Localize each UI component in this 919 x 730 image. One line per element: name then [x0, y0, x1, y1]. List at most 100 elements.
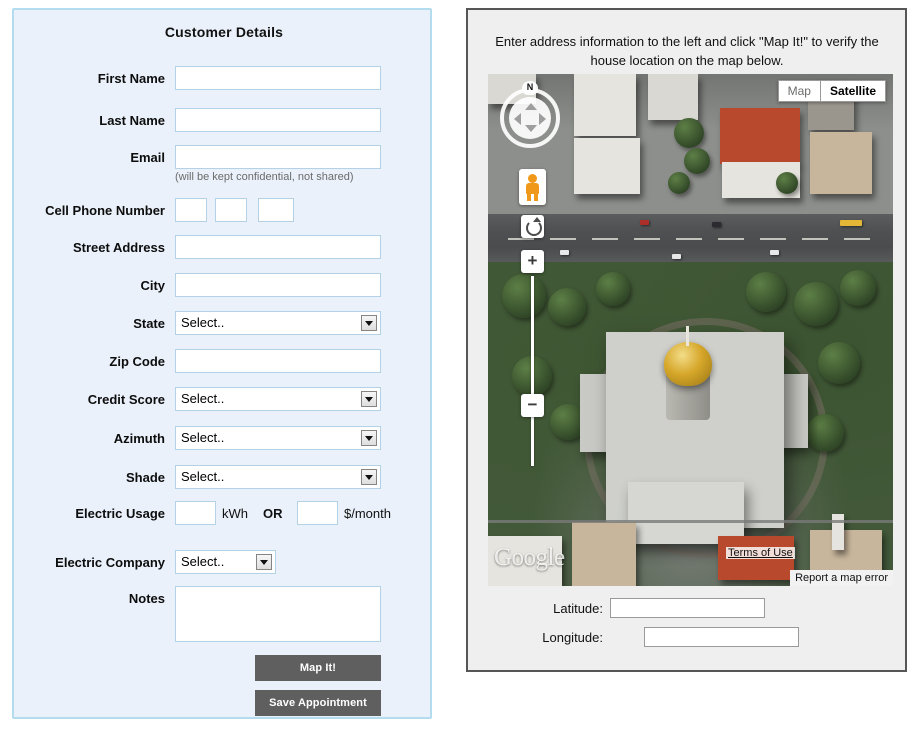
chevron-down-icon[interactable]: [361, 315, 377, 331]
map-instruction-text: Enter address information to the left an…: [495, 34, 879, 68]
road-lane-marking: [508, 238, 534, 240]
label-street-address: Street Address: [73, 240, 165, 255]
label-electric-usage: Electric Usage: [75, 506, 165, 521]
electric-company-select[interactable]: Select..: [175, 550, 276, 574]
first-name-input[interactable]: [175, 66, 381, 90]
label-zip-code: Zip Code: [109, 354, 165, 369]
form-row-cell-phone: Cell Phone Number: [14, 198, 434, 224]
building-block: [648, 74, 698, 120]
label-cell-phone-number: Cell Phone Number: [45, 203, 165, 218]
longitude-input[interactable]: [644, 627, 799, 647]
form-row-credit-score: Credit Score Select..: [14, 387, 434, 413]
chevron-down-icon[interactable]: [361, 391, 377, 407]
label-first-name: First Name: [97, 71, 165, 86]
azimuth-select[interactable]: Select..: [175, 426, 381, 450]
shade-select[interactable]: Select..: [175, 465, 381, 489]
pan-up-icon[interactable]: [525, 103, 537, 110]
form-row-first-name: First Name: [14, 66, 434, 92]
pegman-head: [528, 174, 537, 183]
report-map-error-link[interactable]: Report a map error: [790, 570, 893, 586]
capitol-gold-dome: [664, 342, 712, 386]
road-lane-marking: [676, 238, 702, 240]
azimuth-select-value: Select..: [181, 430, 225, 445]
pan-down-icon[interactable]: [525, 125, 537, 132]
chevron-down-icon[interactable]: [256, 554, 272, 570]
customer-details-panel: Customer Details First Name Last Name Em…: [12, 8, 432, 719]
map-type-map-button[interactable]: Map: [778, 81, 820, 101]
label-state: State: [133, 316, 165, 331]
shade-select-value: Select..: [181, 469, 225, 484]
form-row-zip-code: Zip Code: [14, 349, 434, 375]
zip-code-input[interactable]: [175, 349, 381, 373]
form-row-city: City: [14, 273, 434, 299]
road-lane-marking: [802, 238, 828, 240]
label-shade: Shade: [125, 470, 165, 485]
zoom-slider-track[interactable]: [531, 276, 534, 466]
email-input[interactable]: [175, 145, 381, 169]
road-lane-marking: [718, 238, 744, 240]
last-name-input[interactable]: [175, 108, 381, 132]
zoom-out-button[interactable]: −: [521, 394, 544, 417]
form-row-notes: Notes: [14, 586, 434, 646]
vehicle: [712, 222, 721, 227]
capitol-spire: [686, 326, 689, 346]
label-last-name: Last Name: [99, 113, 165, 128]
label-notes: Notes: [128, 591, 165, 606]
notes-textarea[interactable]: [175, 586, 381, 642]
pegman-leg-right: [534, 193, 538, 201]
map-type-control[interactable]: Map Satellite: [777, 80, 886, 102]
map-it-button[interactable]: Map It!: [255, 655, 381, 681]
pegman-icon[interactable]: [519, 169, 546, 205]
label-electric-company: Electric Company: [55, 555, 165, 570]
tree: [840, 270, 876, 306]
tree: [668, 172, 690, 194]
phone-prefix-input[interactable]: [215, 198, 247, 222]
phone-line-number-input[interactable]: [258, 198, 294, 222]
pan-left-icon[interactable]: [514, 113, 521, 125]
label-city: City: [140, 278, 165, 293]
label-longitude: Longitude:: [542, 630, 603, 645]
chevron-down-icon[interactable]: [361, 430, 377, 446]
vehicle: [560, 250, 569, 255]
label-latitude: Latitude:: [553, 601, 603, 616]
building-block: [574, 74, 636, 136]
usage-or-label: OR: [263, 506, 283, 521]
pegman-leg-left: [527, 193, 531, 201]
label-credit-score: Credit Score: [87, 392, 165, 407]
electric-usage-kwh-input[interactable]: [175, 501, 216, 525]
capitol-south-portico: [628, 482, 744, 544]
street-address-input[interactable]: [175, 235, 381, 259]
phone-area-code-input[interactable]: [175, 198, 207, 222]
city-input[interactable]: [175, 273, 381, 297]
map-panel: Enter address information to the left an…: [466, 8, 907, 672]
rotate-map-icon[interactable]: [521, 215, 544, 238]
terms-of-use-link[interactable]: Terms of Use: [726, 547, 795, 559]
electric-usage-dollars-input[interactable]: [297, 501, 338, 525]
form-row-last-name: Last Name: [14, 108, 434, 134]
longitude-row: Longitude:: [468, 627, 905, 649]
map-type-satellite-button[interactable]: Satellite: [819, 81, 885, 101]
form-row-email: Email (will be kept confidential, not sh…: [14, 145, 434, 183]
vehicle: [640, 220, 649, 225]
tree: [502, 274, 546, 318]
form-row-shade: Shade Select..: [14, 465, 434, 491]
map-viewport[interactable]: Map Satellite N + − Google Terms of Use …: [488, 74, 893, 586]
chevron-down-icon[interactable]: [361, 469, 377, 485]
credit-score-select[interactable]: Select..: [175, 387, 381, 411]
building-block: [810, 132, 872, 194]
pan-right-icon[interactable]: [539, 113, 546, 125]
form-row-electric-company: Electric Company Select..: [14, 550, 434, 576]
building-block: [572, 522, 636, 586]
state-select-value: Select..: [181, 315, 225, 330]
state-select[interactable]: Select..: [175, 311, 381, 335]
compass-north-label: N: [522, 81, 538, 95]
latitude-input[interactable]: [610, 598, 765, 618]
save-appointment-button[interactable]: Save Appointment: [255, 690, 381, 716]
vehicle-bus: [840, 220, 862, 226]
zoom-in-button[interactable]: +: [521, 250, 544, 273]
tree: [684, 148, 710, 174]
road-lane-marking: [634, 238, 660, 240]
compass-pan-control[interactable]: N: [500, 81, 568, 149]
tree: [674, 118, 704, 148]
rotate-arc: [526, 220, 542, 236]
